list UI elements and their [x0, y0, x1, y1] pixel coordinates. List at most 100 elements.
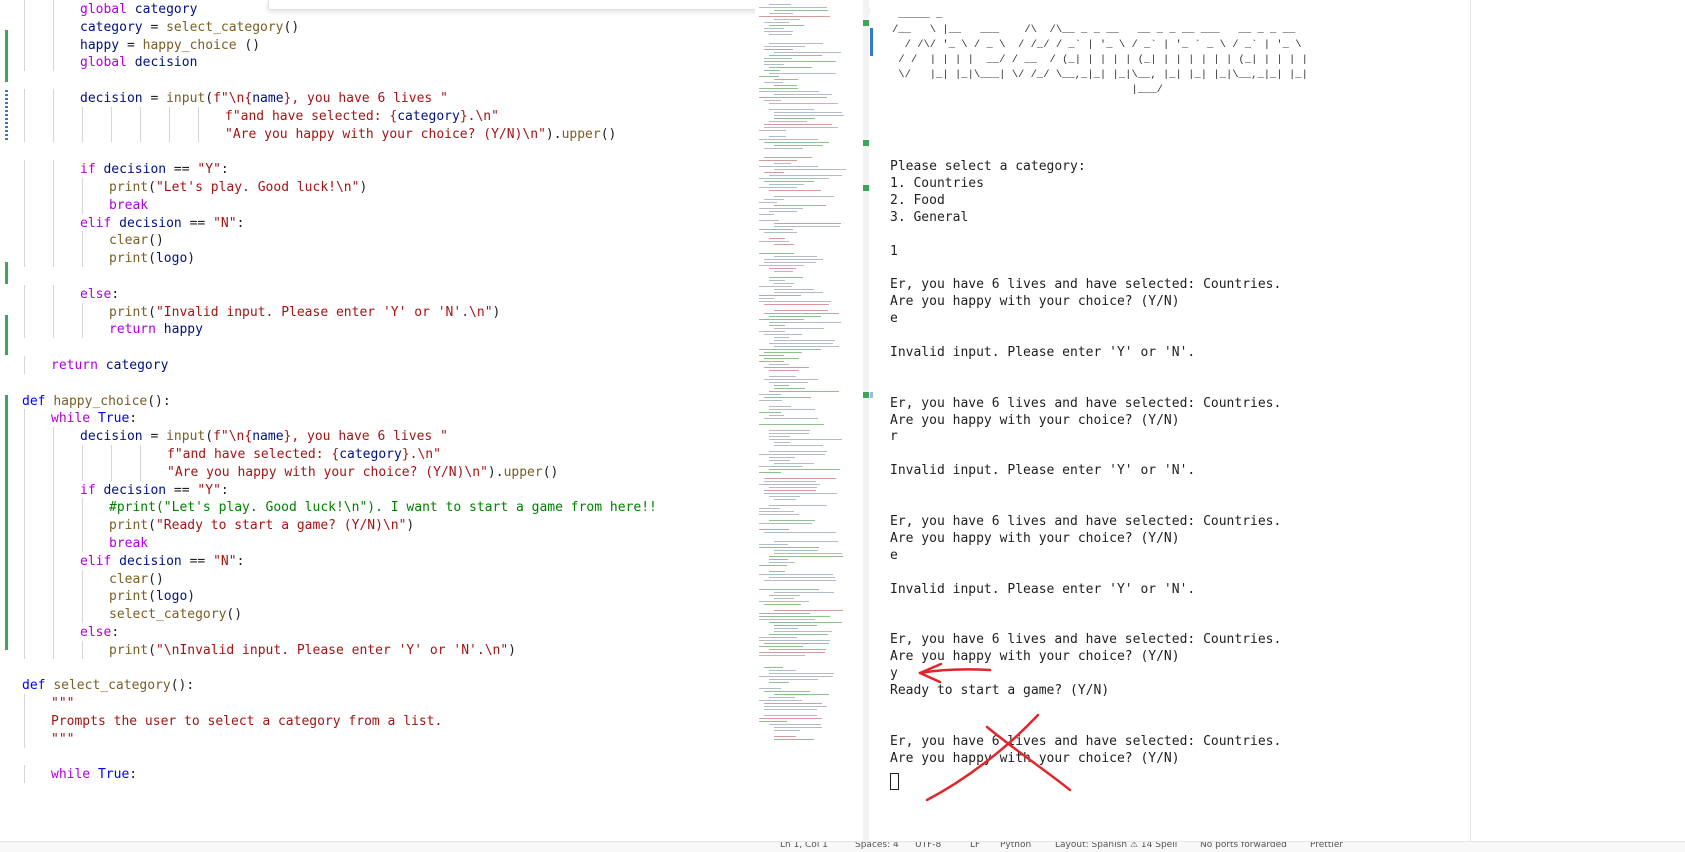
code-line[interactable]: Prompts the user to select a category fr…	[0, 712, 755, 731]
code-line[interactable]: return category	[0, 356, 755, 375]
code-token: def	[22, 393, 46, 409]
code-line[interactable]: print("\nInvalid input. Please enter 'Y'…	[0, 641, 755, 660]
code-line[interactable]: if decision == "Y":	[0, 481, 755, 500]
code-line[interactable]: decision = input(f"\n{name}, you have 6 …	[0, 427, 755, 446]
code-token: :	[220, 482, 229, 498]
code-token: happy	[155, 322, 203, 338]
code-line[interactable]: select_category()	[0, 605, 755, 624]
code-token: ()	[283, 19, 300, 35]
code-line[interactable]: #print("Let's play. Good luck!\n"). I wa…	[0, 498, 755, 517]
minimap-line	[774, 283, 795, 284]
minimap-line	[769, 571, 786, 572]
code-line[interactable]: """	[0, 694, 755, 713]
code-line[interactable]	[0, 748, 755, 767]
code-line[interactable]: while True:	[0, 409, 755, 428]
code-token: }.\n"	[401, 447, 441, 462]
code-token: if	[80, 162, 96, 178]
code-line[interactable]: def select_category():	[0, 676, 755, 695]
code-line[interactable]: global decision	[0, 53, 755, 72]
code-line[interactable]	[0, 267, 755, 286]
git-added-marker[interactable]	[5, 395, 8, 650]
code-line[interactable]: else:	[0, 285, 755, 304]
code-line[interactable]	[0, 374, 755, 393]
status-item[interactable]: Ln 1, Col 1	[780, 842, 828, 850]
minimap-line	[769, 184, 805, 185]
git-added-marker[interactable]	[5, 262, 8, 284]
code-token: =	[119, 37, 143, 53]
minimap-line	[769, 595, 800, 596]
code-token: clear	[109, 571, 149, 587]
minimap-line	[759, 202, 778, 203]
minimap-line	[769, 724, 821, 725]
code-line[interactable]: if decision == "Y":	[0, 160, 755, 179]
code-line[interactable]: print("Invalid input. Please enter 'Y' o…	[0, 303, 755, 322]
status-item[interactable]: Prettier	[1310, 842, 1343, 850]
terminal-cursor	[890, 773, 899, 790]
terminal-panel[interactable]: _____ _ /__ \ |__ ___ /\ /\__ _ _ __ __ …	[870, 0, 1470, 841]
minimap-line	[764, 709, 818, 710]
code-line[interactable]: "Are you happy with your choice? (Y/N)\n…	[0, 125, 755, 144]
git-added-marker[interactable]	[5, 315, 8, 355]
code-line[interactable]: return happy	[0, 320, 755, 339]
code-token: "Let's play. Good luck!\n"	[155, 180, 360, 195]
code-line[interactable]	[0, 142, 755, 161]
code-token: ()	[600, 126, 617, 142]
status-item[interactable]: Python	[1000, 842, 1031, 850]
code-line[interactable]: elif decision == "N":	[0, 214, 755, 233]
terminal-line: Er, you have 6 lives and have selected: …	[890, 513, 1282, 529]
code-line[interactable]: """	[0, 730, 755, 749]
code-line[interactable]: f"and have selected: {category}.\n"	[0, 107, 755, 126]
code-line[interactable]: else:	[0, 623, 755, 642]
code-line[interactable]: while True:	[0, 765, 755, 784]
git-modified-marker[interactable]	[5, 90, 8, 140]
terminal-line: Are you happy with your choice? (Y/N)	[890, 412, 1180, 428]
minimap-line	[759, 76, 779, 77]
code-line[interactable]: decision = input(f"\n{name}, you have 6 …	[0, 89, 755, 108]
minimap-line	[774, 553, 843, 554]
minimap-line	[774, 598, 795, 599]
minimap-line	[759, 88, 799, 89]
code-line[interactable]: happy = happy_choice ()	[0, 36, 755, 55]
status-item[interactable]: UTF-8	[915, 842, 941, 850]
code-line[interactable]: print("Let's play. Good luck!\n")	[0, 178, 755, 197]
code-line[interactable]: break	[0, 196, 755, 215]
code-line[interactable]	[0, 71, 755, 90]
code-editor[interactable]: global category category = select_categor…	[0, 0, 755, 841]
terminal-line: Invalid input. Please enter 'Y' or 'N'.	[890, 581, 1196, 597]
code-line[interactable]: print("Ready to start a game? (Y/N)\n")	[0, 516, 755, 535]
code-line[interactable]: "Are you happy with your choice? (Y/N)\n…	[0, 463, 755, 482]
code-line[interactable]: clear()	[0, 231, 755, 250]
status-item[interactable]: No ports forwarded	[1200, 842, 1287, 850]
status-item[interactable]: LF	[970, 842, 980, 850]
code-line[interactable]	[0, 338, 755, 357]
minimap-line	[774, 310, 829, 311]
status-item[interactable]: Layout: Spanish	[1055, 842, 1127, 850]
code-line[interactable]: break	[0, 534, 755, 553]
code-line[interactable]: def happy_choice():	[0, 392, 755, 411]
code-token: print	[109, 180, 149, 195]
code-line[interactable]	[0, 659, 755, 678]
code-line[interactable]: print(logo)	[0, 249, 755, 268]
minimap-line	[769, 562, 796, 563]
code-line[interactable]: elif decision == "N":	[0, 552, 755, 571]
code-token: category	[397, 108, 460, 124]
minimap-line	[764, 259, 824, 260]
code-line[interactable]: f"and have selected: {category}.\n"	[0, 445, 755, 464]
editor-scrollbar[interactable]	[863, 0, 869, 841]
minimap-line	[769, 634, 828, 635]
code-line[interactable]: clear()	[0, 570, 755, 589]
code-token: ==	[166, 162, 198, 178]
minimap[interactable]	[755, 0, 863, 841]
git-added-marker[interactable]	[5, 30, 8, 82]
code-token: )	[508, 642, 516, 658]
code-token: select_category	[53, 678, 171, 694]
code-line[interactable]: print(logo)	[0, 587, 755, 606]
minimap-line	[774, 223, 842, 224]
status-item[interactable]: Spaces: 4	[855, 842, 899, 850]
minimap-line	[769, 34, 793, 35]
status-item[interactable]: ⚠ 14 Spell	[1130, 842, 1177, 850]
code-token: return	[51, 358, 98, 373]
minimap-line	[774, 388, 805, 389]
minimap-line	[759, 166, 818, 167]
code-line[interactable]: category = select_category()	[0, 18, 755, 37]
